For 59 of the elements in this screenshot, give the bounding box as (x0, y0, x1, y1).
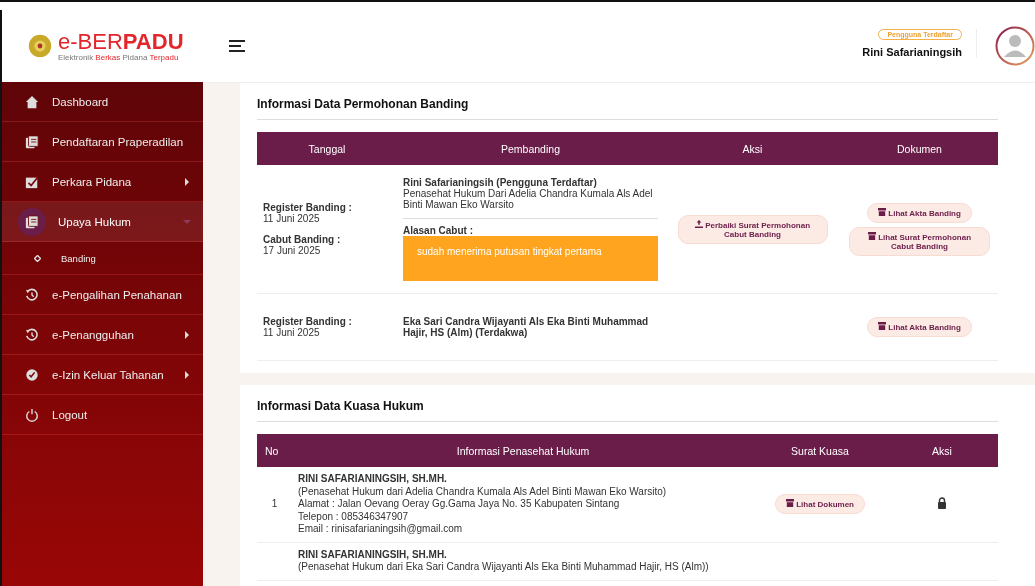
view-document-button[interactable]: Lihat Dokumen (775, 494, 865, 515)
column-header: Surat Kuasa (754, 434, 886, 467)
badge-check-icon (25, 367, 39, 382)
history-icon (25, 287, 39, 302)
reason-label: Alasan Cabut : (403, 225, 474, 236)
view-document-button[interactable]: Lihat Akta Banding (867, 202, 972, 223)
view-document-button[interactable]: Lihat Surat Permohonan Cabut Banding (849, 226, 990, 256)
date-value: 11 Juni 2025 (263, 327, 320, 338)
emblem-icon (28, 34, 52, 58)
column-header: Informasi Penasehat Hukum (292, 434, 754, 467)
caret-right-icon (183, 177, 191, 186)
upload-icon (694, 219, 703, 228)
lawyer-detail: Alamat : Jalan Oevang Oeray Gg.Gama Jaya No. 35 Kabupaten Sintang (298, 498, 621, 511)
appellant-description: Penasehat Hukum Dari Adelia Chandra Kumala Als Adel Binti Mawan Eko Warsito (403, 188, 654, 210)
home-icon (25, 94, 39, 109)
lawyer-detail: Telepon : 085346347907 (298, 510, 410, 523)
edit-letter-button[interactable]: Perbaiki Surat Permohonan Cabut Banding (677, 214, 828, 244)
column-header: Tanggal (257, 132, 397, 165)
section-title: Informasi Data Permohonan Banding (257, 97, 998, 120)
date-label: Register Banding : (263, 316, 353, 327)
row-number: 1 (271, 498, 278, 509)
lawyer-detail: Email : rinisafarianingsih@gmail.com (298, 523, 464, 536)
archive-icon (878, 322, 887, 330)
logo-subtitle: Elektronik Berkas Pidana Terpadu (58, 52, 180, 62)
archive-icon (867, 231, 876, 240)
date-value: 17 Juni 2025 (263, 245, 321, 256)
lawyer-detail: (Penasehat Hukum dari Eka Sari Candra Wijayanti Als Eka Binti Muhammad Hajir, HS (Alm)) (298, 561, 710, 574)
column-header: Pembanding (397, 132, 664, 165)
column-header: No (257, 434, 292, 467)
section-title: Informasi Data Kuasa Hukum (257, 399, 998, 422)
column-header: Aksi (664, 132, 841, 165)
appellant-name: Eka Sari Candra Wijayanti Als Eka Binti Muhammad Hajir, HS (Alm) (Terdakwa) (403, 316, 650, 338)
appellant-name: Rini Safarianingsih (Pengguna Terdaftar) (403, 177, 597, 188)
view-document-button[interactable]: Lihat Akta Banding (867, 317, 972, 337)
power-icon (25, 407, 39, 422)
lawyer-detail: (Penasehat Hukum dari Adelia Chandra Kumala Als Adel Binti Mawan Eko Warsito) (298, 485, 668, 498)
documents-icon (25, 134, 39, 149)
history-icon (25, 327, 39, 342)
diamond-icon (34, 254, 41, 262)
checked-note-icon (25, 174, 39, 189)
column-header: Aksi (886, 434, 998, 467)
caret-right-icon (183, 370, 191, 379)
lawyer-name: RINI SAFARIANINGSIH, SH.MH. (298, 473, 448, 486)
logo-title: e-BERPADU (58, 30, 184, 53)
menu-icon[interactable] (229, 40, 245, 52)
caret-right-icon (183, 330, 191, 339)
caret-down-icon (183, 217, 191, 226)
archive-icon (878, 207, 887, 216)
date-value: 11 Juni 2025 (263, 213, 320, 224)
documents-icon (25, 214, 39, 229)
lawyer-name: RINI SAFARIANINGSIH, SH.MH. (298, 548, 448, 561)
archive-icon (786, 499, 794, 508)
user-name: Rini Safarianingsih (862, 45, 962, 58)
reason-box: sudah menerima putusan tingkat pertama (403, 236, 658, 281)
sidebar-item[interactable]: Upaya Hukum (2, 202, 203, 242)
date-label: Register Banding : (263, 202, 353, 213)
avatar-icon[interactable] (995, 26, 1035, 66)
date-label: Cabut Banding : (263, 234, 342, 245)
column-header: Dokumen (841, 132, 998, 165)
